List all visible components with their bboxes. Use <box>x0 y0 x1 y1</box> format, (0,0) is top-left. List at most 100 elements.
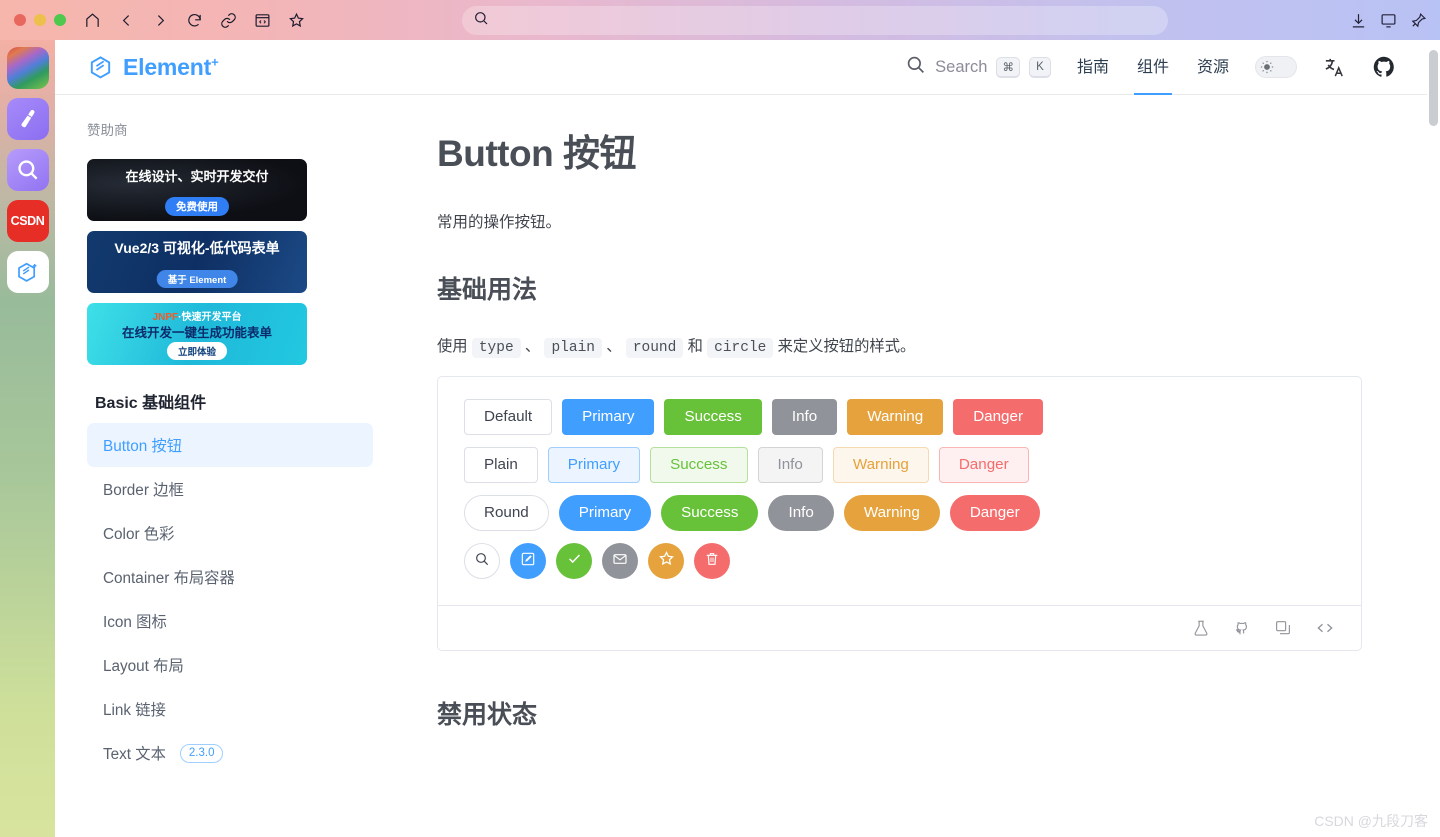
button-plain-success[interactable]: Success <box>650 447 748 483</box>
sidebar-item-color[interactable]: Color 色彩 <box>87 511 373 555</box>
playground-icon[interactable] <box>1192 619 1210 637</box>
button-warning[interactable]: Warning <box>847 399 944 435</box>
theme-toggle-switch[interactable] <box>1255 56 1297 78</box>
usage-suffix: 来定义按钮的样式。 <box>777 338 916 355</box>
browser-right-icons <box>1350 0 1427 40</box>
sidebar-item-icon[interactable]: Icon 图标 <box>87 599 373 643</box>
button-round-default[interactable]: Round <box>464 495 549 531</box>
sidebar-item-button[interactable]: Button 按钮 <box>87 423 373 467</box>
sponsor-ad-2-cta: 基于 Element <box>156 270 238 288</box>
download-icon[interactable] <box>1350 12 1367 29</box>
minimize-window-button[interactable] <box>34 14 46 26</box>
usage-sep-2: 、 <box>606 338 622 355</box>
button-plain-warning[interactable]: Warning <box>832 447 929 483</box>
sidebar-item-layout[interactable]: Layout 布局 <box>87 643 373 687</box>
site-logo[interactable]: Element+ <box>87 54 219 81</box>
top-navigation: 指南 组件 资源 <box>1077 40 1229 95</box>
wallpaper-app-icon[interactable] <box>6 47 49 89</box>
github-icon[interactable] <box>1372 55 1396 79</box>
sponsor-ad-1-cta: 免费使用 <box>165 197 229 216</box>
sidebar: 赞助商 在线设计、实时开发交付 免费使用 Vue2/3 可视化-低代码表单 基于… <box>55 95 405 837</box>
circle-button-delete[interactable] <box>694 543 730 579</box>
circle-button-message[interactable] <box>602 543 638 579</box>
sponsor-ad-2[interactable]: Vue2/3 可视化-低代码表单 基于 Element <box>87 231 307 293</box>
address-bar-search-icon <box>473 10 489 31</box>
button-round-primary[interactable]: Primary <box>558 495 652 531</box>
forward-icon[interactable] <box>147 7 174 34</box>
message-icon <box>612 551 628 572</box>
edit-icon <box>520 551 536 572</box>
close-window-button[interactable] <box>14 14 26 26</box>
section-heading-basic-usage: 基础用法 <box>437 276 538 304</box>
button-default[interactable]: Default <box>464 399 553 435</box>
sponsor-ad-1-title: 在线设计、实时开发交付 <box>125 169 269 184</box>
os-app-dock: CSDN <box>0 40 55 837</box>
link-icon[interactable] <box>215 7 242 34</box>
button-primary[interactable]: Primary <box>562 399 655 435</box>
button-plain-primary[interactable]: Primary <box>547 447 641 483</box>
section-heading-disabled-state: 禁用状态 <box>437 701 538 729</box>
back-icon[interactable] <box>113 7 140 34</box>
pin-icon[interactable] <box>1410 12 1427 29</box>
main-content: Button 按钮 常用的操作按钮。 基础用法 使用 type 、 plain … <box>405 95 1440 837</box>
button-row-plain: Plain Primary Success Info Warning Dange… <box>464 447 1335 483</box>
sponsor-ad-3-subtitle: 在线开发一键生成功能表单 <box>121 326 272 340</box>
brand-name: Element+ <box>123 54 219 81</box>
csdn-app-icon[interactable]: CSDN <box>6 200 49 242</box>
button-round-warning[interactable]: Warning <box>843 495 940 531</box>
sidebar-item-link[interactable]: Link 链接 <box>87 687 373 731</box>
sidebar-group-title: Basic 基础组件 <box>95 395 207 412</box>
brush-app-icon[interactable] <box>6 98 49 140</box>
translate-icon[interactable] <box>1323 56 1346 79</box>
sidebar-item-color-label: Color 色彩 <box>103 526 175 543</box>
sidebar-item-text-label: Text 文本 <box>103 746 166 763</box>
nav-item-guide[interactable]: 指南 <box>1077 40 1109 95</box>
button-info[interactable]: Info <box>771 399 838 435</box>
nav-item-components[interactable]: 组件 <box>1133 40 1173 95</box>
circle-button-check[interactable] <box>556 543 592 579</box>
copy-icon[interactable] <box>1274 619 1292 637</box>
circle-button-star[interactable] <box>648 543 684 579</box>
sidebar-item-border[interactable]: Border 边框 <box>87 467 373 511</box>
reader-view-icon[interactable] <box>249 7 276 34</box>
page-scrollbar-track[interactable] <box>1427 40 1440 837</box>
github-icon[interactable] <box>1233 619 1251 637</box>
maximize-window-button[interactable] <box>54 14 66 26</box>
page-scrollbar-thumb[interactable] <box>1429 50 1438 126</box>
button-plain-default[interactable]: Plain <box>464 447 538 483</box>
button-success[interactable]: Success <box>664 399 762 435</box>
element-plus-docs-page: Element+ Search ⌘ K 指南 组件 资源 赞助商 在线设计、实时… <box>55 40 1440 837</box>
circle-button-edit[interactable] <box>510 543 546 579</box>
check-icon <box>566 550 583 572</box>
bookmark-star-icon[interactable] <box>283 7 310 34</box>
sponsor-ad-3[interactable]: JNPF·快速开发平台 在线开发一键生成功能表单 立即体验 <box>87 303 307 365</box>
button-row-circle <box>464 543 1335 579</box>
search-label: Search <box>935 57 988 76</box>
sponsor-ad-1[interactable]: 在线设计、实时开发交付 免费使用 <box>87 159 307 221</box>
code-icon[interactable] <box>1315 618 1335 638</box>
sidebar-item-container-label: Container 布局容器 <box>103 570 235 587</box>
page-title: Button 按钮 <box>437 133 636 174</box>
search-icon <box>905 54 926 80</box>
sidebar-item-text[interactable]: Text 文本 2.3.0 <box>87 731 373 775</box>
button-danger[interactable]: Danger <box>953 399 1043 435</box>
search-trigger[interactable]: Search ⌘ K <box>905 54 1051 80</box>
sponsor-ad-3-cta: 立即体验 <box>166 342 228 360</box>
button-row-basic: Default Primary Success Info Warning Dan… <box>464 399 1335 435</box>
page-body: 赞助商 在线设计、实时开发交付 免费使用 Vue2/3 可视化-低代码表单 基于… <box>55 95 1440 837</box>
reload-icon[interactable] <box>181 7 208 34</box>
nav-item-resources[interactable]: 资源 <box>1197 40 1229 95</box>
home-icon[interactable] <box>79 7 106 34</box>
button-round-danger[interactable]: Danger <box>949 495 1040 531</box>
element-plus-app-icon[interactable] <box>6 251 49 293</box>
address-bar[interactable] <box>462 6 1168 35</box>
button-plain-danger[interactable]: Danger <box>938 447 1029 483</box>
circle-button-search[interactable] <box>464 543 500 579</box>
sidebar-item-container[interactable]: Container 布局容器 <box>87 555 373 599</box>
sidebar-item-button-label: Button 按钮 <box>103 438 183 455</box>
search-app-icon[interactable] <box>6 149 49 191</box>
button-round-info[interactable]: Info <box>768 495 834 531</box>
cast-screen-icon[interactable] <box>1380 12 1397 29</box>
button-plain-info[interactable]: Info <box>757 447 823 483</box>
button-round-success[interactable]: Success <box>661 495 759 531</box>
